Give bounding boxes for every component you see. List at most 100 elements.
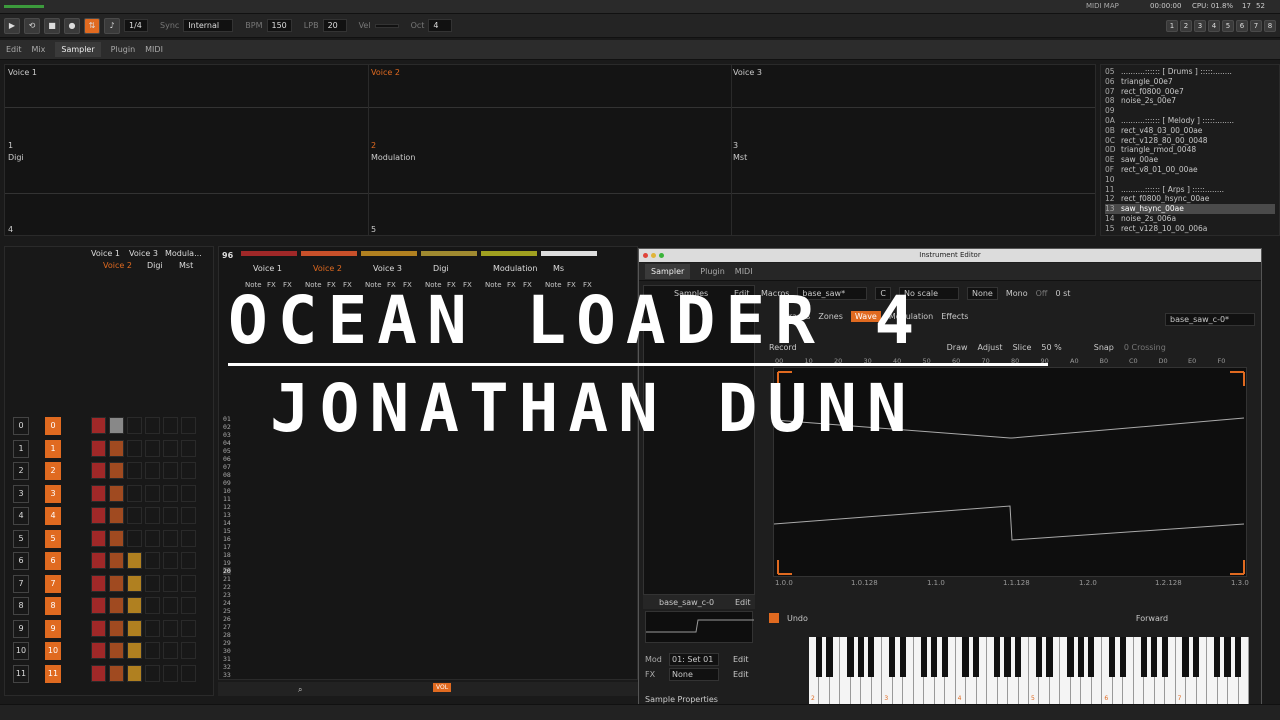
matrix-header-modulation[interactable]: Modula... (165, 249, 202, 258)
matrix-cell[interactable] (163, 619, 178, 637)
instrument-list-item[interactable]: 05 ..........:::::: [ Drums ] :::::......… (1105, 67, 1275, 77)
stop-icon[interactable]: ■ (44, 17, 60, 34)
track-number-button[interactable]: 4 (1208, 19, 1220, 32)
matrix-cell[interactable] (127, 439, 142, 457)
piano-black-key[interactable] (1035, 637, 1043, 677)
matrix-cell[interactable] (127, 642, 142, 659)
matrix-cell[interactable] (145, 619, 160, 637)
sequence-slot[interactable]: 1 (13, 439, 29, 458)
track-number-button[interactable]: 7 (1250, 19, 1262, 32)
track-number-button[interactable]: 8 (1264, 19, 1276, 32)
matrix-cell[interactable] (91, 507, 106, 524)
sync-select[interactable]: Internal (183, 19, 234, 32)
pattern-slot[interactable]: 4 (45, 507, 61, 525)
matrix-cell[interactable] (127, 484, 142, 502)
matrix-cell[interactable] (127, 574, 142, 592)
sequence-slot[interactable]: 3 (13, 484, 29, 503)
instrument-list-item[interactable]: 0E saw_00ae (1105, 155, 1275, 165)
sequence-slot[interactable]: 2 (13, 462, 29, 480)
piano-black-key[interactable] (1109, 637, 1116, 677)
matrix-cell[interactable] (91, 484, 106, 502)
undo-button[interactable]: Undo (787, 614, 808, 623)
matrix-cell[interactable] (181, 529, 196, 547)
instrument-list-item[interactable]: 07 rect_f0800_00e7 (1105, 87, 1275, 97)
matrix-cell[interactable] (145, 574, 160, 592)
matrix-cell[interactable] (127, 462, 142, 479)
tab-mix[interactable]: Mix (32, 45, 46, 54)
track-voice-1[interactable]: Voice 1 (8, 68, 37, 77)
pattern-slot[interactable]: 11 (45, 664, 61, 683)
matrix-cell[interactable] (145, 529, 160, 547)
matrix-header-voice-2[interactable]: Voice 2 (103, 261, 132, 270)
matrix-header-voice-1[interactable]: Voice 1 (91, 249, 120, 258)
matrix-cell[interactable] (109, 642, 124, 659)
pattern-slot[interactable]: 10 (45, 642, 61, 660)
matrix-cell[interactable] (145, 484, 160, 502)
matrix-cell[interactable] (109, 664, 124, 682)
matrix-header-master[interactable]: Mst (179, 261, 193, 270)
matrix-cell[interactable] (163, 462, 178, 479)
sample-select[interactable]: base_saw_c-0* (1165, 313, 1255, 326)
instrument-list-item[interactable]: 09 (1105, 106, 1275, 116)
tab-plugin[interactable]: Plugin (111, 45, 136, 54)
close-icon[interactable] (643, 253, 648, 258)
instrument-list-item[interactable]: 11 ..........:::::: [ Arps ] :::::.......… (1105, 185, 1275, 195)
matrix-cell[interactable] (181, 417, 196, 434)
matrix-cell[interactable] (163, 529, 178, 547)
matrix-cell[interactable] (109, 552, 124, 569)
vol-column-toggle[interactable]: VOL (433, 683, 452, 692)
matrix-cell[interactable] (181, 462, 196, 479)
matrix-cell[interactable] (181, 597, 196, 614)
fx-select[interactable]: None (669, 668, 719, 681)
pattern-slot[interactable]: 8 (45, 597, 61, 615)
matrix-cell[interactable] (163, 552, 178, 569)
matrix-cell[interactable] (181, 642, 196, 659)
matrix-cell[interactable] (127, 619, 142, 637)
matrix-cell[interactable] (127, 507, 142, 524)
tab-midi[interactable]: MIDI (145, 45, 163, 54)
piano-black-key[interactable] (826, 637, 833, 677)
track-modulation[interactable]: Modulation (371, 153, 415, 162)
sequence-slot[interactable]: 8 (13, 597, 29, 615)
follow-icon[interactable]: ⇅ (84, 17, 100, 34)
piano-black-key[interactable] (1151, 637, 1158, 677)
piano-black-key[interactable] (1192, 637, 1200, 677)
instrument-list-item[interactable]: 13 saw_hsync_00ae (1105, 204, 1275, 214)
matrix-cell[interactable] (109, 619, 124, 637)
matrix-cell[interactable] (145, 417, 160, 434)
matrix-cell[interactable] (91, 574, 106, 592)
pattern-slot[interactable]: 0 (45, 417, 61, 435)
pattern-step-value[interactable]: 1/4 (124, 19, 148, 32)
matrix-cell[interactable] (145, 664, 160, 682)
piano-black-key[interactable] (941, 637, 948, 677)
matrix-cell[interactable] (109, 484, 124, 502)
piano-black-key[interactable] (920, 637, 927, 677)
piano-black-key[interactable] (1067, 637, 1074, 677)
track-voice-2[interactable]: Voice 2 (371, 68, 400, 77)
sequence-slot[interactable]: 6 (13, 552, 29, 570)
piano-black-key[interactable] (1088, 637, 1095, 677)
matrix-cell[interactable] (127, 597, 142, 614)
zero-crossing-button[interactable]: 0 Crossing (1124, 343, 1166, 352)
matrix-cell[interactable] (109, 439, 124, 457)
matrix-cell[interactable] (145, 597, 160, 614)
play-icon[interactable]: ▶ (4, 17, 20, 34)
tab-sampler[interactable]: Sampler (55, 42, 101, 57)
pattern-column-header[interactable]: Voice 1 (253, 264, 282, 273)
sequence-slot[interactable]: 7 (13, 574, 29, 593)
sequence-slot[interactable]: 9 (13, 619, 29, 638)
matrix-cell[interactable] (91, 619, 106, 637)
piano-black-key[interactable] (1004, 637, 1011, 677)
pattern-column-header[interactable]: Modulation (493, 264, 537, 273)
minimize-icon[interactable] (651, 253, 656, 258)
tab-sampler[interactable]: Sampler (645, 264, 691, 279)
matrix-cell[interactable] (145, 552, 160, 569)
mod-select[interactable]: 01: Set 01 (669, 653, 719, 666)
matrix-header-voice-3[interactable]: Voice 3 (129, 249, 158, 258)
matrix-cell[interactable] (109, 529, 124, 547)
mod-edit-button[interactable]: Edit (733, 655, 749, 664)
matrix-cell[interactable] (109, 507, 124, 524)
matrix-cell[interactable] (163, 507, 178, 524)
tab-plugin[interactable]: Plugin (700, 267, 725, 276)
matrix-cell[interactable] (163, 417, 178, 434)
